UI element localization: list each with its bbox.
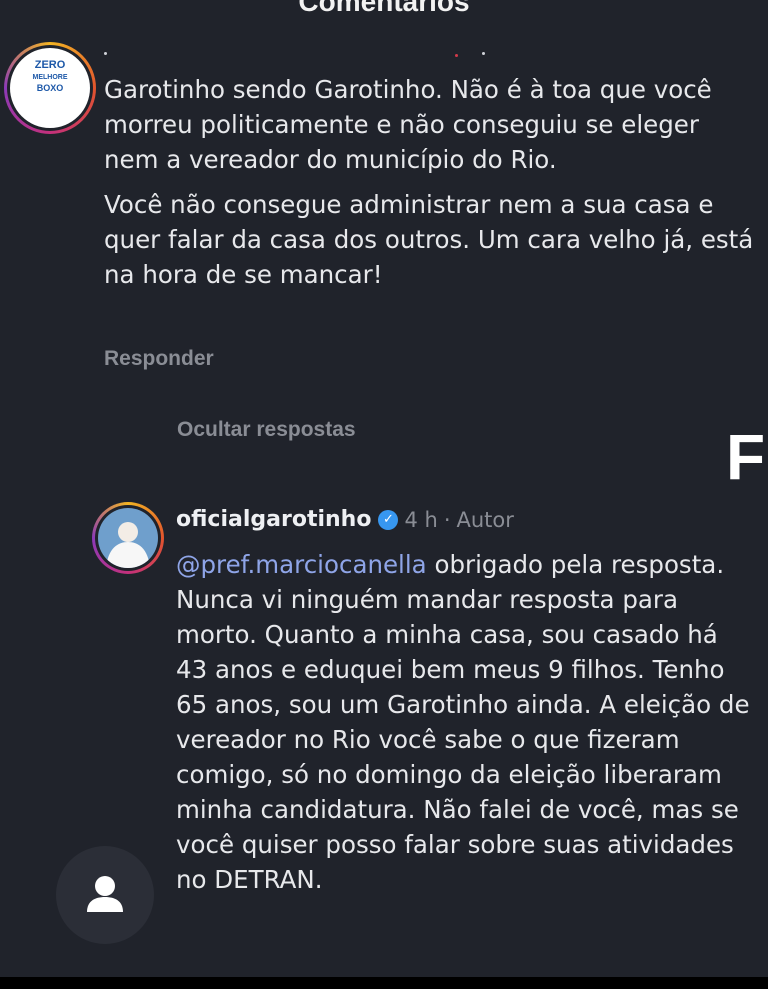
reply-username[interactable]: oficialgarotinho: [176, 507, 371, 532]
user-photo: [98, 508, 158, 568]
comment-paragraph: Garotinho sendo Garotinho. Não é à toa q…: [104, 75, 712, 174]
reply-button[interactable]: Responder: [104, 347, 214, 371]
meta-separator: ·: [443, 507, 451, 532]
reply-time: 4 h: [404, 507, 438, 532]
mention-link[interactable]: @pref.marciocanella: [176, 550, 427, 579]
profile-button[interactable]: [56, 846, 154, 944]
reply-text: obrigado pela resposta. Nunca vi ninguém…: [176, 550, 750, 894]
logo-line: BOXO: [36, 83, 64, 93]
verified-badge-icon: ✓: [378, 509, 399, 530]
logo-line: ZERO: [34, 59, 66, 71]
reply-body: @pref.marciocanella obrigado pela respos…: [176, 547, 751, 897]
separator-dot: [104, 52, 107, 55]
page-title: Comentários: [298, 0, 470, 17]
commenter-avatar[interactable]: ZERO MELHORE BOXO: [4, 42, 96, 134]
hide-replies-button[interactable]: Ocultar respostas: [177, 418, 356, 442]
indicator-dot: [455, 54, 458, 57]
person-icon: [87, 876, 123, 912]
bottom-edge: [0, 977, 768, 989]
commenter-logo: ZERO MELHORE BOXO: [10, 48, 90, 128]
logo-line: MELHORE: [32, 74, 68, 81]
reply-avatar[interactable]: [92, 502, 164, 574]
separator-dot: [482, 52, 485, 55]
author-label: Autor: [456, 507, 514, 532]
side-letter: F: [725, 421, 766, 493]
comment-body: Garotinho sendo Garotinho. Não é à toa q…: [104, 72, 754, 302]
comment-paragraph: Você não consegue administrar nem a sua …: [104, 190, 754, 289]
reply-header: oficialgarotinho ✓ 4 h · Autor: [176, 507, 514, 532]
